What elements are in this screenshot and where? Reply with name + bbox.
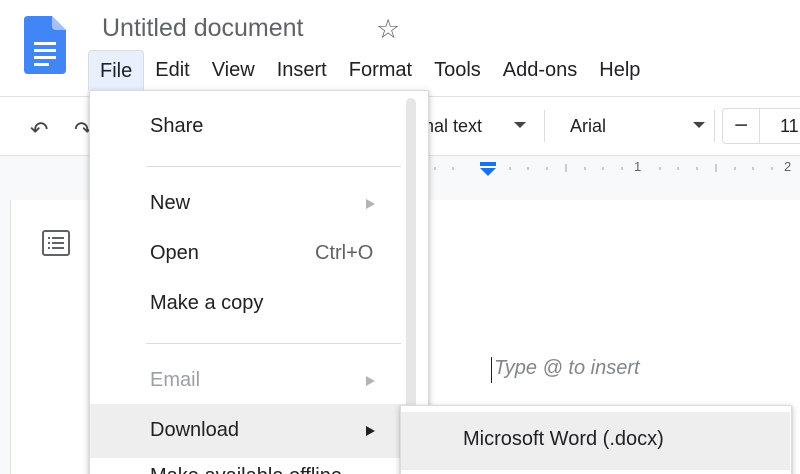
submenu-arrow-icon	[366, 376, 375, 386]
ruler-label: 1	[634, 159, 642, 174]
menu-item-microsoft-word[interactable]: Microsoft Word (.docx)	[463, 428, 664, 451]
indent-marker-icon[interactable]	[479, 162, 497, 176]
star-icon[interactable]: ☆	[376, 14, 400, 44]
docs-logo-icon[interactable]	[24, 16, 66, 74]
menu-item-email[interactable]: Email	[150, 369, 200, 392]
document-outline-icon[interactable]	[40, 228, 72, 258]
submenu-arrow-icon	[366, 426, 375, 436]
submenu-arrow-icon	[366, 199, 375, 209]
menu-edit[interactable]: Edit	[144, 50, 200, 90]
font-dropdown[interactable]: Arial	[570, 116, 606, 137]
text-cursor	[491, 357, 492, 383]
menu-format[interactable]: Format	[338, 50, 423, 90]
editor-placeholder[interactable]: Type @ to insert	[494, 357, 640, 380]
toolbar-divider	[544, 110, 545, 142]
menu-help[interactable]: Help	[588, 50, 651, 90]
menu-file[interactable]: File	[88, 50, 145, 90]
menu-insert[interactable]: Insert	[266, 50, 338, 90]
chevron-down-icon[interactable]	[693, 122, 705, 128]
toolbar-divider	[714, 110, 715, 142]
menu-bar: File Edit View Insert Format Tools Add-o…	[88, 50, 651, 90]
chevron-down-icon[interactable]	[514, 122, 526, 128]
decrease-font-size-button[interactable]: −	[722, 108, 760, 144]
menu-item-highlight	[90, 404, 406, 458]
menu-item-make-a-copy[interactable]: Make a copy	[150, 292, 263, 315]
ruler-label: 2	[784, 159, 792, 174]
document-title[interactable]: Untitled document	[102, 14, 304, 43]
menu-view[interactable]: View	[201, 50, 266, 90]
font-size-input[interactable]: 11	[760, 108, 800, 144]
shortcut-label: Ctrl+O	[315, 242, 374, 264]
menu-divider	[146, 343, 401, 344]
menu-item-make-available-offline[interactable]: Make available offline	[150, 465, 342, 474]
paragraph-style-dropdown[interactable]: nal text	[424, 116, 482, 137]
menu-add-ons[interactable]: Add-ons	[492, 50, 589, 90]
menu-item-open[interactable]: Open	[150, 242, 199, 265]
google-docs-window: Untitled document ☆ File Edit View Inser…	[0, 0, 800, 474]
menu-divider	[146, 166, 401, 167]
menu-item-download[interactable]: Download	[150, 419, 239, 442]
menu-item-new[interactable]: New	[150, 192, 190, 215]
undo-icon[interactable]: ↶	[30, 117, 48, 143]
menu-item-share[interactable]: Share	[150, 115, 203, 138]
menu-tools[interactable]: Tools	[423, 50, 492, 90]
